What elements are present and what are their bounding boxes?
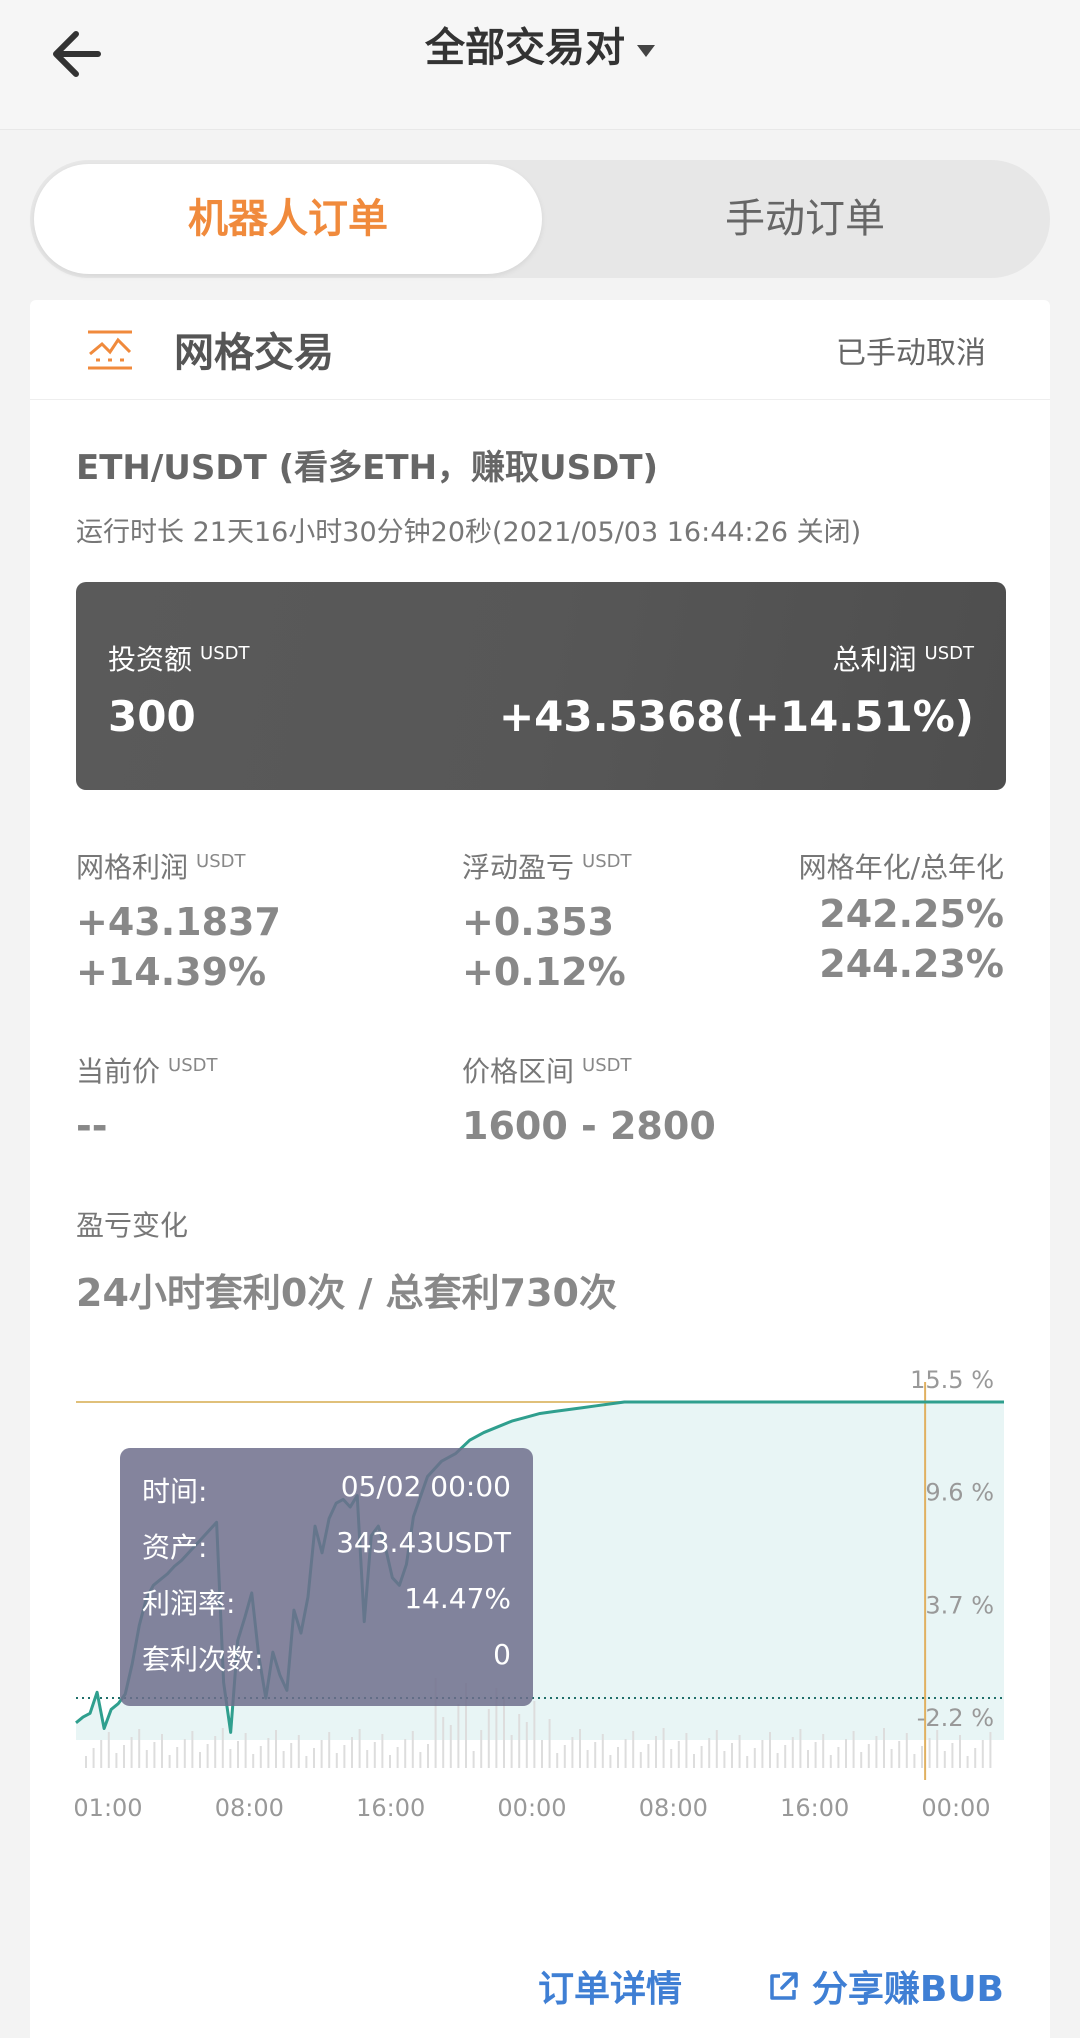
annual-total-value: 244.23% — [819, 942, 1004, 986]
top-bar: 全部交易对 — [0, 0, 1080, 130]
tab-robot-orders[interactable]: 机器人订单 — [34, 164, 542, 274]
price-range-value: 1600 - 2800 — [462, 1104, 716, 1148]
tooltip-time-row: 时间: 05/02 00:00 — [142, 1470, 511, 1510]
share-icon — [770, 1972, 798, 2000]
pair-title: ETH/USDT (看多ETH，赚取USDT) — [76, 448, 659, 488]
tooltip-time-label: 时间: — [142, 1475, 208, 1508]
status-text: 已手动取消 — [836, 336, 986, 371]
x-tick-label: 01:00 — [73, 1794, 142, 1822]
profit-unit: USDT — [924, 642, 974, 664]
tooltip-asset-label: 资产: — [142, 1531, 208, 1564]
tooltip-rate-value: 14.47% — [404, 1582, 511, 1615]
tooltip-count-value: 0 — [493, 1638, 511, 1671]
grid-profit-label: 网格利润 USDT — [76, 850, 246, 884]
chart-tooltip: 时间: 05/02 00:00 资产: 343.43USDT 利润率: 14.4… — [120, 1448, 533, 1706]
floating-pl-stat: 浮动盈亏 USDT +0.353 +0.12% — [462, 846, 631, 994]
current-price-stat: 当前价 USDT -- — [76, 1050, 217, 1148]
grid-profit-pct: +14.39% — [76, 950, 267, 994]
profit-value: +43.5368(+14.51%) — [498, 692, 974, 741]
grid-trading-icon — [88, 330, 132, 370]
floating-pl-label: 浮动盈亏 USDT — [462, 850, 632, 884]
tooltip-rate-label: 利润率: — [142, 1587, 236, 1620]
arbitrage-count: 24小时套利0次 / 总套利730次 — [76, 1271, 617, 1315]
y-tick-label: 15.5 % — [910, 1366, 994, 1394]
card-header: 网格交易 已手动取消 — [30, 300, 1050, 400]
order-type-tabs: 机器人订单 手动订单 — [30, 160, 1050, 278]
tooltip-asset-row: 资产: 343.43USDT — [142, 1526, 511, 1566]
price-range-stat: 价格区间 USDT 1600 - 2800 — [462, 1050, 716, 1148]
annual-label: 网格年化/总年化 — [798, 851, 1004, 884]
current-price-label: 当前价 USDT — [76, 1054, 218, 1088]
grid-profit-stat: 网格利润 USDT +43.1837 +14.39% — [76, 846, 281, 994]
grid-profit-value: +43.1837 — [76, 900, 281, 944]
caret-down-icon — [637, 44, 655, 57]
runtime-text: 运行时长 21天16小时30分钟20秒(2021/05/03 16:44:26 … — [76, 517, 862, 548]
floating-pl-pct: +0.12% — [462, 950, 626, 994]
x-tick-label: 16:00 — [780, 1794, 849, 1822]
order-detail-link[interactable]: 订单详情 — [538, 1960, 682, 2012]
summary-panel: 投资额 USDT 300 总利润 USDT +43.5368(+14.51%) — [76, 582, 1006, 790]
x-tick-label: 16:00 — [356, 1794, 425, 1822]
y-tick-label: -2.2 % — [917, 1704, 994, 1732]
invest-value: 300 — [108, 692, 196, 741]
tooltip-time-value: 05/02 00:00 — [340, 1470, 511, 1503]
order-card: 网格交易 已手动取消 ETH/USDT (看多ETH，赚取USDT) 运行时长 … — [30, 300, 1050, 2038]
floating-pl-value: +0.353 — [462, 900, 615, 944]
invest-unit: USDT — [200, 642, 250, 664]
x-tick-label: 08:00 — [215, 1794, 284, 1822]
strategy-name: 网格交易 — [174, 330, 334, 376]
x-tick-label: 08:00 — [639, 1794, 708, 1822]
x-tick-label: 00:00 — [921, 1794, 990, 1822]
tooltip-count-row: 套利次数: 0 — [142, 1638, 511, 1678]
share-label: 分享赚BUB — [811, 1969, 1004, 2010]
page-title: 全部交易对 — [425, 25, 625, 71]
y-tick-label: 3.7 % — [925, 1591, 994, 1619]
pair-selector[interactable]: 全部交易对 — [0, 0, 1080, 100]
y-tick-label: 9.6 % — [925, 1479, 994, 1507]
price-range-label: 价格区间 USDT — [462, 1054, 632, 1088]
x-tick-label: 00:00 — [497, 1794, 566, 1822]
profit-label: 总利润 USDT — [832, 642, 974, 676]
pl-change-label: 盈亏变化 — [76, 1209, 189, 1242]
tooltip-count-label: 套利次数: — [142, 1643, 264, 1676]
share-button[interactable]: 分享赚BUB — [766, 1960, 1004, 2012]
annual-stat: 网格年化/总年化 242.25% 244.23% — [799, 846, 1004, 986]
tooltip-rate-row: 利润率: 14.47% — [142, 1582, 511, 1622]
annual-grid-value: 242.25% — [819, 892, 1004, 936]
tooltip-asset-value: 343.43USDT — [336, 1526, 511, 1559]
footer-actions: 订单详情 分享赚BUB — [30, 1960, 1050, 2020]
current-price-value: -- — [76, 1104, 108, 1148]
invest-label: 投资额 USDT — [108, 642, 250, 676]
tab-manual-orders[interactable]: 手动订单 — [570, 160, 1040, 278]
